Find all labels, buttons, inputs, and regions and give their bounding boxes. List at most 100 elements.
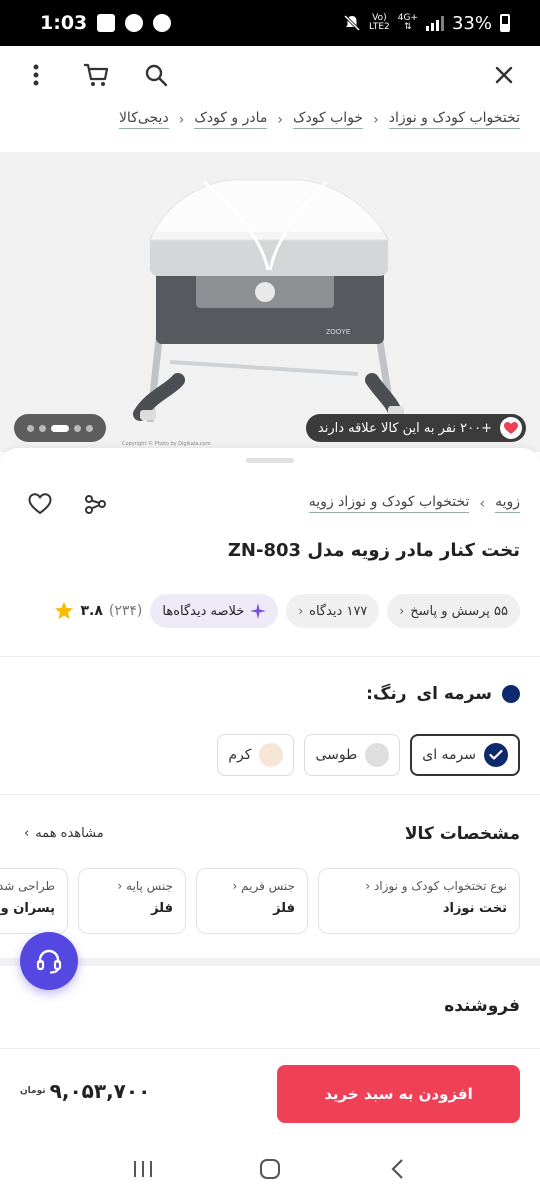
divider (0, 794, 540, 795)
headset-icon (36, 949, 62, 974)
product-brand-breadcrumb: زویه ‹ تختخواب کودک و نوزاد زویه (308, 494, 520, 513)
status-time: 1:03 (40, 12, 88, 34)
color-option-label: طوسی (315, 747, 358, 763)
spec-value: فلز (273, 901, 295, 916)
breadcrumb: دیجی‌کالا ‹ مادر و کودک ‹ خواب کودک ‹ تخ… (118, 110, 520, 129)
spec-card-base-material[interactable]: جنس پایه ‹ فلز (78, 868, 186, 934)
browser-notification-icon (153, 14, 172, 32)
battery-icon (500, 14, 510, 32)
chevron-left-icon: ‹ (298, 604, 304, 618)
spec-value: تخت نوزاد (442, 901, 507, 916)
currency-label: تومان (20, 1085, 46, 1096)
app-notification-icon (125, 14, 144, 32)
favorite-heart-icon[interactable] (26, 490, 54, 518)
spec-key: جنس فریم ‹ (232, 879, 295, 893)
breadcrumb-digikala[interactable]: دیجی‌کالا (118, 110, 169, 129)
likes-text: +۲۰۰ نفر به این کالا علاقه دارند (317, 420, 492, 436)
specs-title: مشخصات کالا (404, 824, 520, 844)
likes-badge: +۲۰۰ نفر به این کالا علاقه دارند (305, 414, 526, 442)
star-icon (55, 602, 74, 619)
see-all-specs-link[interactable]: ‹ مشاهده همه (24, 826, 104, 841)
color-circle (365, 743, 390, 767)
reviews-chip[interactable]: ۱۷۷ دیدگاه ‹ (286, 594, 380, 628)
color-option-navy[interactable]: سرمه ای (410, 734, 520, 776)
spec-value: فلز (151, 901, 173, 916)
product-meta-row: ۳.۸ (۲۳۴) خلاصه دیدگاه‌ها ۱۷۷ دیدگاه ‹ ۵… (54, 594, 520, 628)
color-option-label: کرم (228, 747, 252, 763)
breadcrumb-separator: ‹ (373, 111, 379, 128)
buy-bar: افزودن به سبد خرید تومان ۹,۰۵۳,۷۰۰ (0, 1048, 540, 1138)
pagination-dot-active (51, 424, 69, 432)
image-pagination[interactable] (14, 414, 106, 442)
color-option-label: سرمه ای (422, 747, 476, 763)
section-separator (0, 958, 540, 966)
mute-icon (343, 14, 361, 32)
sparkle-icon (250, 603, 267, 619)
see-all-label: مشاهده همه (35, 826, 104, 841)
selected-color-dot (502, 685, 520, 703)
color-option-gray[interactable]: طوسی (304, 734, 401, 776)
product-image[interactable]: ZOOYE (0, 152, 540, 452)
price-value: ۹,۰۵۳,۷۰۰ (49, 1079, 151, 1103)
brand-link[interactable]: زویه (495, 494, 520, 513)
data-type-label: 4G+ ⇅ (397, 13, 418, 32)
spec-card-bed-type[interactable]: نوع تختخواب کودک و نوزاد ‹ تخت نوزاد (318, 868, 520, 934)
spec-card-designed-for[interactable]: طراحی شده برای پسران و دختران (0, 868, 68, 934)
questions-chip[interactable]: ۵۵ پرسش و پاسخ ‹ (387, 594, 520, 628)
breadcrumb-separator: ‹ (479, 495, 486, 512)
chevron-left-icon: ‹ (24, 826, 30, 841)
system-navigation-bar (0, 1138, 540, 1200)
rating-score: ۳.۸ (80, 603, 103, 619)
recent-apps-icon[interactable] (129, 1155, 157, 1183)
status-bar: 1:03 Vo) LTE2 4G+ ⇅ 33% (0, 0, 540, 46)
heart-filled-icon (500, 417, 522, 439)
cart-icon[interactable] (82, 61, 110, 89)
reviews-summary-chip[interactable]: خلاصه دیدگاه‌ها (150, 594, 279, 628)
pagination-dot (74, 424, 81, 432)
image-copyright: Copyright © Photo by Digikala.com (122, 441, 211, 447)
pagination-dot (27, 424, 34, 432)
breadcrumb-child-sleep[interactable]: خواب کودک (293, 110, 364, 129)
product-actions (26, 490, 110, 518)
category-link[interactable]: تختخواب کودک و نوزاد زویه (308, 494, 470, 513)
chevron-left-icon: ‹ (399, 604, 405, 618)
pagination-dot (39, 424, 46, 432)
support-button[interactable] (20, 932, 78, 990)
color-label: رنگ: (366, 684, 407, 704)
reviews-summary-label: خلاصه دیدگاه‌ها (162, 603, 245, 619)
reviews-count-label: ۱۷۷ دیدگاه (309, 603, 368, 619)
crib-illustration: ZOOYE (0, 152, 540, 452)
back-icon[interactable] (383, 1155, 411, 1183)
questions-count-label: ۵۵ پرسش و پاسخ (410, 603, 508, 619)
color-option-cream[interactable]: کرم (217, 734, 295, 776)
sheet-drag-handle[interactable] (246, 458, 294, 463)
top-navigation (0, 46, 540, 104)
spec-card-frame-material[interactable]: جنس فریم ‹ فلز (196, 868, 308, 934)
spec-key: نوع تختخواب کودک و نوزاد ‹ (365, 879, 507, 893)
breadcrumb-mother-child[interactable]: مادر و کودک (194, 110, 268, 129)
add-to-cart-button[interactable]: افزودن به سبد خرید (277, 1065, 520, 1123)
breadcrumb-separator: ‹ (277, 111, 284, 128)
signal-icon (425, 15, 444, 31)
check-icon (484, 743, 508, 767)
share-icon[interactable] (82, 490, 110, 518)
spec-key: طراحی شده برای (0, 879, 55, 893)
product-title: تخت کنار مادر زویه مدل ZN-803 (227, 540, 520, 561)
product-page: 1:03 Vo) LTE2 4G+ ⇅ 33% (0, 0, 540, 1200)
svg-text:ZOOYE: ZOOYE (326, 329, 351, 336)
seller-title: فروشنده (444, 996, 520, 1016)
battery-percent: 33% (451, 12, 492, 34)
selected-color-name: سرمه ای (416, 684, 492, 704)
search-icon[interactable] (142, 61, 170, 89)
color-heading: رنگ: سرمه ای (366, 684, 520, 704)
more-options-icon[interactable] (22, 61, 50, 89)
breadcrumb-baby-bed[interactable]: تختخواب کودک و نوزاد (388, 110, 520, 129)
spec-value: پسران و دختران (0, 901, 55, 916)
network-label: Vo) LTE2 (369, 13, 390, 32)
home-icon[interactable] (256, 1155, 284, 1183)
spec-cards: نوع تختخواب کودک و نوزاد ‹ تخت نوزاد جنس… (0, 868, 520, 934)
breadcrumb-separator: ‹ (178, 111, 185, 128)
rating-count: (۲۳۴) (108, 603, 143, 619)
product-rating: ۳.۸ (۲۳۴) (54, 601, 142, 621)
close-icon[interactable] (490, 61, 518, 89)
